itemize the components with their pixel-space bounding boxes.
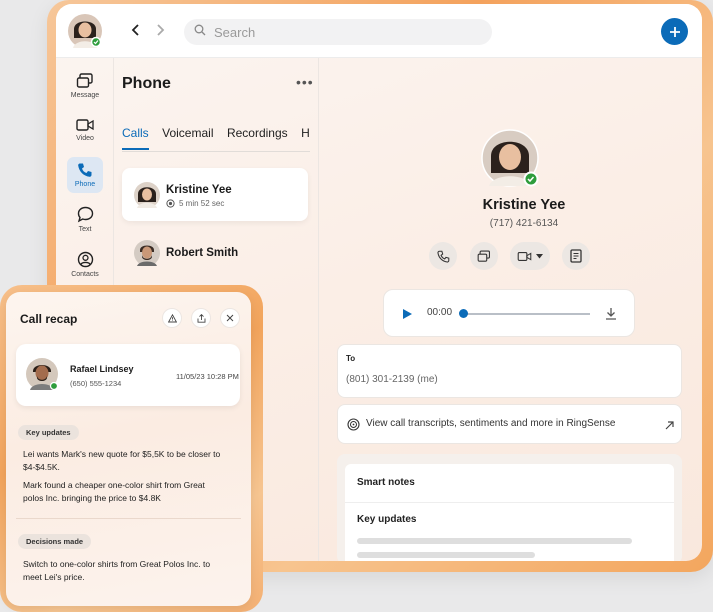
recap-call-date: 11/05/23 10:28 PM <box>176 372 239 381</box>
notes-icon <box>570 249 582 263</box>
to-label: To <box>346 354 356 363</box>
message-icon <box>76 73 93 88</box>
sidebar-item-label: Message <box>70 92 100 99</box>
report-button[interactable] <box>162 308 182 328</box>
video-icon <box>76 119 94 131</box>
play-icon[interactable] <box>402 308 413 320</box>
share-icon <box>197 313 205 323</box>
avatar <box>26 358 59 391</box>
ringsense-link-text[interactable]: View call transcripts, sentiments and mo… <box>366 418 615 429</box>
search-input[interactable] <box>214 24 464 40</box>
sidebar-item-message[interactable]: Message <box>67 68 103 104</box>
contact-phone: (717) 421-6134 <box>489 218 559 229</box>
tab-calls[interactable]: Calls <box>122 126 149 150</box>
audio-player: 00:00 <box>383 289 635 337</box>
call-recap-title: Call recap <box>20 312 78 326</box>
forward-arrow-icon[interactable] <box>150 20 170 40</box>
call-button[interactable] <box>429 242 457 270</box>
smart-notes-card: Smart notes Key updates <box>345 464 674 561</box>
playback-slider-handle[interactable] <box>459 309 468 318</box>
call-recap-panel: Call recap Rafael Lindsey (650) 555-1234… <box>6 292 251 606</box>
playback-time: 00:00 <box>427 307 453 318</box>
phone-icon <box>436 250 449 263</box>
call-list-item[interactable]: Robert Smith <box>122 236 308 270</box>
duration-text: 5 min 52 sec <box>179 199 225 208</box>
search-bar[interactable] <box>184 19 492 45</box>
ringsense-icon <box>347 418 360 431</box>
key-update-item: Mark found a cheaper one-color shirt fro… <box>23 480 205 503</box>
decision-item: Switch to one-color shirts from Great Po… <box>23 559 211 582</box>
sidebar-item-label: Phone <box>74 181 96 188</box>
smart-notes-title: Smart notes <box>357 477 415 488</box>
tab-voicemail[interactable]: Voicemail <box>162 126 213 148</box>
key-updates-badge: Key updates <box>18 425 79 440</box>
close-button[interactable] <box>220 308 240 328</box>
top-bar <box>56 4 702 58</box>
video-call-button[interactable] <box>510 242 550 270</box>
external-link-icon[interactable] <box>665 421 674 430</box>
user-avatar[interactable] <box>68 14 102 48</box>
ringsense-link-card[interactable]: View call transcripts, sentiments and mo… <box>337 404 682 444</box>
message-button[interactable] <box>470 242 498 270</box>
sidebar-item-text[interactable]: Text <box>67 201 103 237</box>
tab-bar: Calls Voicemail Recordings Hud <box>122 124 310 152</box>
sidebar-item-contacts[interactable]: Contacts <box>67 246 103 282</box>
message-icon <box>477 250 490 262</box>
contact-name: Kristine Yee <box>166 184 232 196</box>
notes-button[interactable] <box>562 242 590 270</box>
smart-notes-section: Smart notes Key updates <box>337 454 682 561</box>
skeleton-line <box>357 552 535 558</box>
more-options-icon[interactable]: ••• <box>296 74 314 90</box>
close-icon <box>226 314 234 322</box>
share-button[interactable] <box>191 308 211 328</box>
avatar <box>134 182 160 208</box>
tab-hud[interactable]: Hud <box>301 126 310 148</box>
video-icon <box>517 251 532 261</box>
chevron-down-icon <box>536 253 543 258</box>
call-duration: 5 min 52 sec <box>166 199 224 208</box>
to-field-card: To (801) 301-2139 (me) <box>337 344 682 398</box>
skeleton-line <box>357 538 632 544</box>
contact-name: Robert Smith <box>166 247 239 259</box>
sidebar-item-label: Video <box>76 135 94 142</box>
key-update-item: Lei wants Mark's new quote for $5,5K to … <box>23 449 221 472</box>
sidebar-item-label: Contacts <box>71 270 99 278</box>
download-icon[interactable] <box>605 307 617 320</box>
recap-contact-name: Rafael Lindsey <box>70 364 134 374</box>
decisions-made-badge: Decisions made <box>18 534 92 549</box>
contact-name-heading: Kristine Yee <box>482 197 566 213</box>
call-list-item-selected[interactable]: Kristine Yee 5 min 52 sec <box>122 168 308 221</box>
plus-icon <box>669 26 680 37</box>
playback-track[interactable] <box>463 313 590 315</box>
add-button[interactable] <box>661 18 688 45</box>
avatar <box>134 240 160 266</box>
sidebar-item-label: Text <box>78 225 92 233</box>
contacts-icon <box>77 251 93 267</box>
back-arrow-icon[interactable] <box>126 20 146 40</box>
search-icon <box>194 23 206 41</box>
to-number: (801) 301-2139 (me) <box>346 374 438 385</box>
contact-avatar <box>481 129 539 187</box>
phone-icon <box>78 163 92 177</box>
sidebar-item-video[interactable]: Video <box>67 112 103 148</box>
key-updates-heading: Key updates <box>357 514 417 525</box>
recap-contact-phone: (650) 555-1234 <box>70 379 122 388</box>
tab-recordings[interactable]: Recordings <box>227 126 288 148</box>
sidebar-item-phone[interactable]: Phone <box>67 157 103 193</box>
divider <box>345 502 674 503</box>
record-icon <box>166 199 175 208</box>
divider <box>16 518 241 519</box>
text-bubble-icon <box>77 206 93 222</box>
page-title: Phone <box>122 75 171 92</box>
warning-icon <box>167 313 177 322</box>
recap-contact-card[interactable]: Rafael Lindsey (650) 555-1234 11/05/23 1… <box>16 344 240 406</box>
